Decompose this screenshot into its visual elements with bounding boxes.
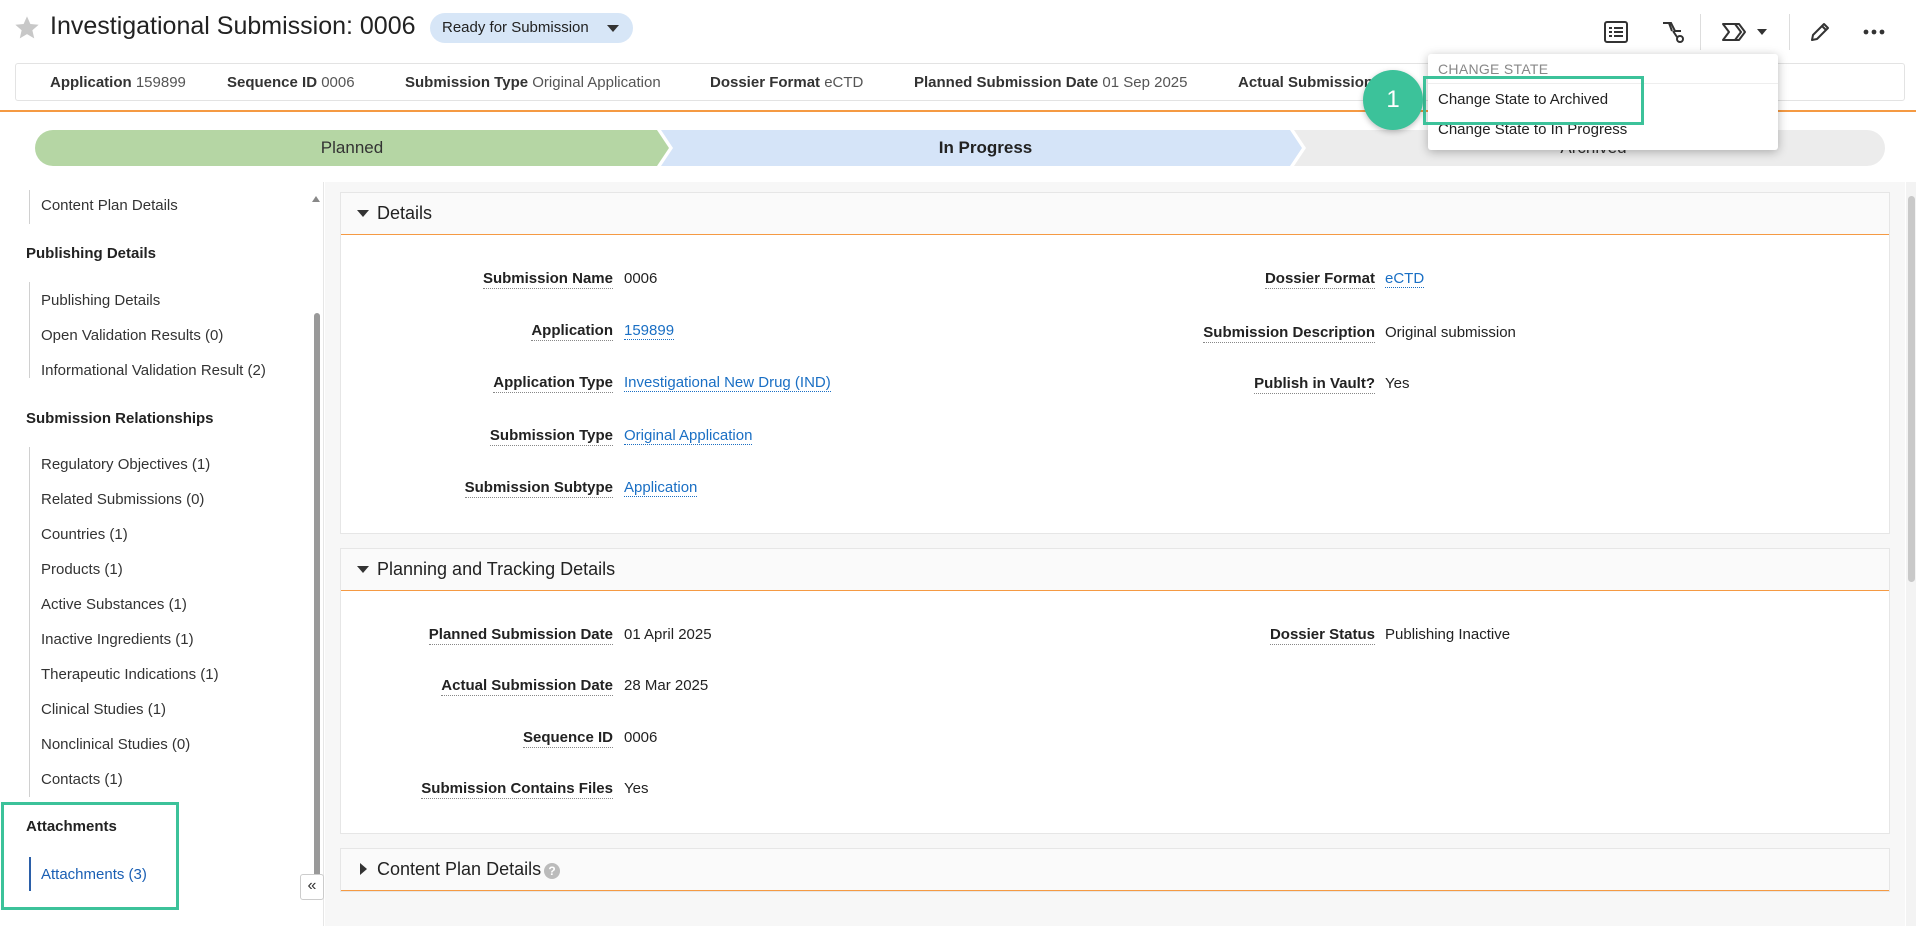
summary-field-planned-date: Planned Submission Date 01 Sep 2025 <box>914 74 1188 91</box>
nav-item-informational-validation[interactable]: Informational Validation Result (2) <box>41 362 266 379</box>
nav-item-related-submissions[interactable]: Related Submissions (0) <box>41 491 204 508</box>
highlight-change-state-archived <box>1423 76 1644 125</box>
edit-pencil-icon[interactable] <box>1804 16 1836 48</box>
status-label: Ready for Submission <box>442 19 589 36</box>
nav-group-line <box>29 282 30 378</box>
nav-item-active-substances[interactable]: Active Substances (1) <box>41 596 187 613</box>
sidebar-scrollbar[interactable] <box>314 313 320 893</box>
caret-down-icon <box>357 210 369 217</box>
caret-right-icon <box>360 863 367 875</box>
planning-panel-header[interactable]: Planning and Tracking Details <box>341 549 1889 591</box>
field-value-dossier-format-link[interactable]: eCTD <box>1385 270 1425 288</box>
field-value-dossier-status: Publishing Inactive <box>1385 626 1511 643</box>
sidebar-scroll-up-icon[interactable] <box>312 196 320 202</box>
field-value-submission-description: Original submission <box>1385 324 1516 341</box>
nav-group-line <box>29 190 30 224</box>
field-value-planned-submission-date: 01 April 2025 <box>624 626 712 643</box>
field-label-submission-subtype: Submission Subtype <box>464 479 613 498</box>
field-value-submission-type-link[interactable]: Original Application <box>624 427 753 445</box>
field-value-application-link[interactable]: 159899 <box>624 322 675 340</box>
stage-in-progress: In Progress <box>938 138 1033 157</box>
field-label-dossier-format: Dossier Format <box>1264 270 1375 289</box>
nav-item-publishing-details[interactable]: Publishing Details <box>41 292 160 309</box>
state-change-menu-icon[interactable] <box>1718 16 1770 48</box>
summary-field-sequence-id: Sequence ID 0006 <box>227 74 355 91</box>
stage-planned: Planned <box>320 138 384 157</box>
nav-item-content-plan-details[interactable]: Content Plan Details <box>41 197 178 214</box>
field-label-submission-type: Submission Type <box>489 427 613 446</box>
nav-item-clinical-studies[interactable]: Clinical Studies (1) <box>41 701 166 718</box>
field-label-dossier-status: Dossier Status <box>1269 626 1375 645</box>
field-label-sequence-id: Sequence ID <box>522 729 613 748</box>
nav-group-line <box>29 447 30 797</box>
summary-field-application: Application 159899 <box>50 74 186 91</box>
content-plan-panel-title: Content Plan Details <box>377 859 542 879</box>
field-label-submission-contains-files: Submission Contains Files <box>421 780 613 799</box>
field-label-application: Application <box>531 322 613 341</box>
dropdown-header: CHANGE STATE <box>1438 61 1549 77</box>
planning-panel-title: Planning and Tracking Details <box>377 559 616 579</box>
content-plan-panel-header[interactable]: Content Plan Details ? <box>341 849 1889 891</box>
list-view-icon[interactable] <box>1600 16 1632 48</box>
field-label-submission-description: Submission Description <box>1203 324 1375 343</box>
field-value-application-type-link[interactable]: Investigational New Drug (IND) <box>624 374 831 392</box>
details-panel-header[interactable]: Details <box>341 193 1889 235</box>
field-label-submission-name: Submission Name <box>482 270 613 289</box>
help-question-icon[interactable]: ? <box>544 863 560 879</box>
nav-section-relationships: Submission Relationships <box>26 410 214 427</box>
collapse-sidebar-button[interactable]: « <box>300 874 324 900</box>
nav-item-inactive-ingredients[interactable]: Inactive Ingredients (1) <box>41 631 194 648</box>
step-number-badge: 1 <box>1363 70 1423 130</box>
field-value-submission-name: 0006 <box>624 270 658 287</box>
field-value-submission-subtype-link[interactable]: Application <box>624 479 698 497</box>
field-label-application-type: Application Type <box>493 374 613 393</box>
toolbar-divider <box>1700 14 1701 50</box>
nav-item-products[interactable]: Products (1) <box>41 561 123 578</box>
highlight-attachments-section <box>1 802 179 910</box>
nav-item-nonclinical-studies[interactable]: Nonclinical Studies (0) <box>41 736 190 753</box>
caret-down-icon <box>357 566 369 573</box>
summary-field-submission-type: Submission Type Original Application <box>405 74 661 91</box>
nav-item-open-validation[interactable]: Open Validation Results (0) <box>41 327 223 344</box>
chevron-down-icon <box>606 25 619 32</box>
status-badge[interactable]: Ready for Submission <box>430 13 633 43</box>
favorite-star-icon[interactable] <box>13 14 41 42</box>
nav-section-publishing: Publishing Details <box>26 245 157 262</box>
main-scrollbar-thumb[interactable] <box>1908 196 1915 582</box>
main-scrollbar[interactable] <box>1906 182 1916 926</box>
field-value-publish-in-vault: Yes <box>1385 375 1410 392</box>
nav-item-regulatory-objectives[interactable]: Regulatory Objectives (1) <box>41 456 210 473</box>
nav-item-countries[interactable]: Countries (1) <box>41 526 128 543</box>
nav-item-contacts[interactable]: Contacts (1) <box>41 771 123 788</box>
summary-field-dossier-format: Dossier Format eCTD <box>710 74 864 91</box>
field-label-publish-in-vault: Publish in Vault? <box>1254 375 1375 394</box>
toolbar-divider <box>1789 14 1790 50</box>
field-value-actual-submission-date: 28 Mar 2025 <box>624 677 709 694</box>
details-panel-title: Details <box>377 203 433 223</box>
record-header: Investigational Submission: 0006 Ready f… <box>0 0 1916 56</box>
content-plan-panel: Content Plan Details ? <box>340 848 1890 892</box>
more-actions-icon[interactable] <box>1858 16 1890 48</box>
nav-item-therapeutic-indications[interactable]: Therapeutic Indications (1) <box>41 666 219 683</box>
field-label-actual-submission-date: Actual Submission Date <box>441 677 613 696</box>
field-value-sequence-id: 0006 <box>624 729 658 746</box>
field-label-planned-submission-date: Planned Submission Date <box>428 626 613 645</box>
workflow-icon[interactable] <box>1657 16 1689 48</box>
field-value-submission-contains-files: Yes <box>624 780 649 797</box>
page-title: Investigational Submission: 0006 <box>50 12 416 40</box>
